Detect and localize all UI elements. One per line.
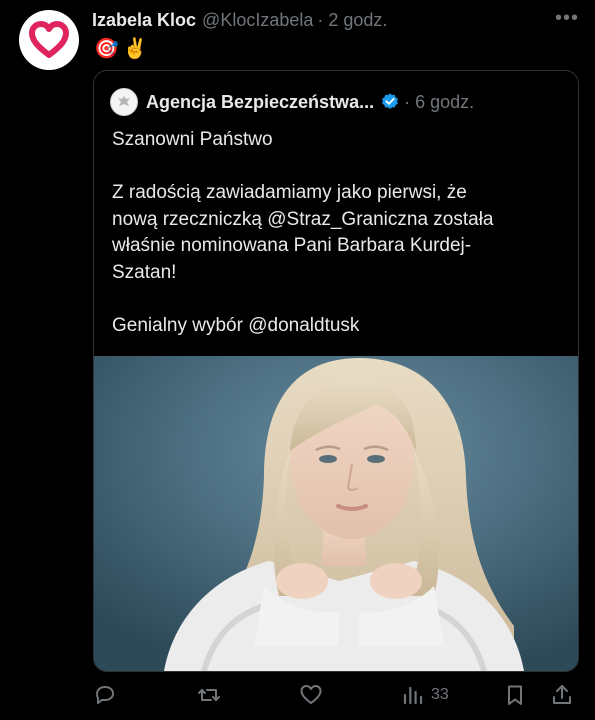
reply-button[interactable] — [93, 682, 117, 708]
verified-badge-icon — [382, 93, 398, 109]
quoted-author-avatar[interactable] — [110, 88, 138, 116]
tweet-time[interactable]: · 2 godz. — [317, 10, 387, 31]
attached-photo[interactable] — [94, 356, 578, 671]
share-button[interactable] — [550, 682, 574, 708]
quoted-author-name[interactable]: Agencja Bezpieczeństwa... — [146, 92, 374, 113]
victory-hand-emoji: ✌️ — [122, 37, 148, 60]
bookmark-button[interactable] — [503, 682, 527, 708]
text-line: Szatan! — [112, 261, 177, 283]
text-line: właśnie nominowana Pani Barbara Kurdej- — [112, 235, 472, 256]
text-line: Szanowni Państwo — [112, 129, 273, 150]
heart-icon — [300, 685, 322, 704]
views-button[interactable]: 33 — [401, 682, 449, 708]
quoted-tweet-time[interactable]: · 6 godz. — [404, 92, 474, 113]
text-line: Z radością zawiadamiamy jako pierwsi, że — [112, 182, 467, 203]
views-chart-icon — [403, 686, 423, 705]
reply-icon — [96, 686, 114, 704]
author-handle[interactable]: @KlocIzabela — [202, 10, 313, 31]
heart-logo-icon — [29, 21, 69, 58]
portrait-illustration — [94, 356, 578, 671]
like-button[interactable] — [299, 682, 323, 708]
text-line: nową rzeczniczką @Straz_Graniczna został… — [112, 208, 494, 230]
author-name[interactable]: Izabela Kloc — [92, 10, 196, 31]
views-count: 33 — [431, 686, 449, 703]
target-emoji: 🎯 — [94, 37, 119, 60]
eagle-emblem-icon — [118, 96, 130, 106]
text-line: Genialny wybór @donaldtusk — [112, 314, 360, 336]
avatar[interactable] — [19, 10, 79, 70]
more-options-icon[interactable]: ••• — [553, 7, 581, 29]
quoted-tweet-text: Szanowni Państwo Z radością zawiadamiamy… — [112, 127, 562, 339]
retweet-icon — [198, 689, 220, 701]
quoted-tweet-header: Agencja Bezpieczeństwa... · 6 godz. — [110, 88, 566, 116]
tweet-header: Izabela Kloc @KlocIzabela · 2 godz. — [92, 8, 581, 32]
bookmark-icon — [508, 685, 522, 705]
quoted-tweet-card[interactable]: Agencja Bezpieczeństwa... · 6 godz. Szan… — [93, 70, 579, 672]
tweet-text: 🎯 ✌️ — [94, 36, 148, 60]
share-icon — [553, 685, 571, 704]
tweet-actions: 33 — [93, 679, 583, 711]
retweet-button[interactable] — [197, 682, 221, 708]
